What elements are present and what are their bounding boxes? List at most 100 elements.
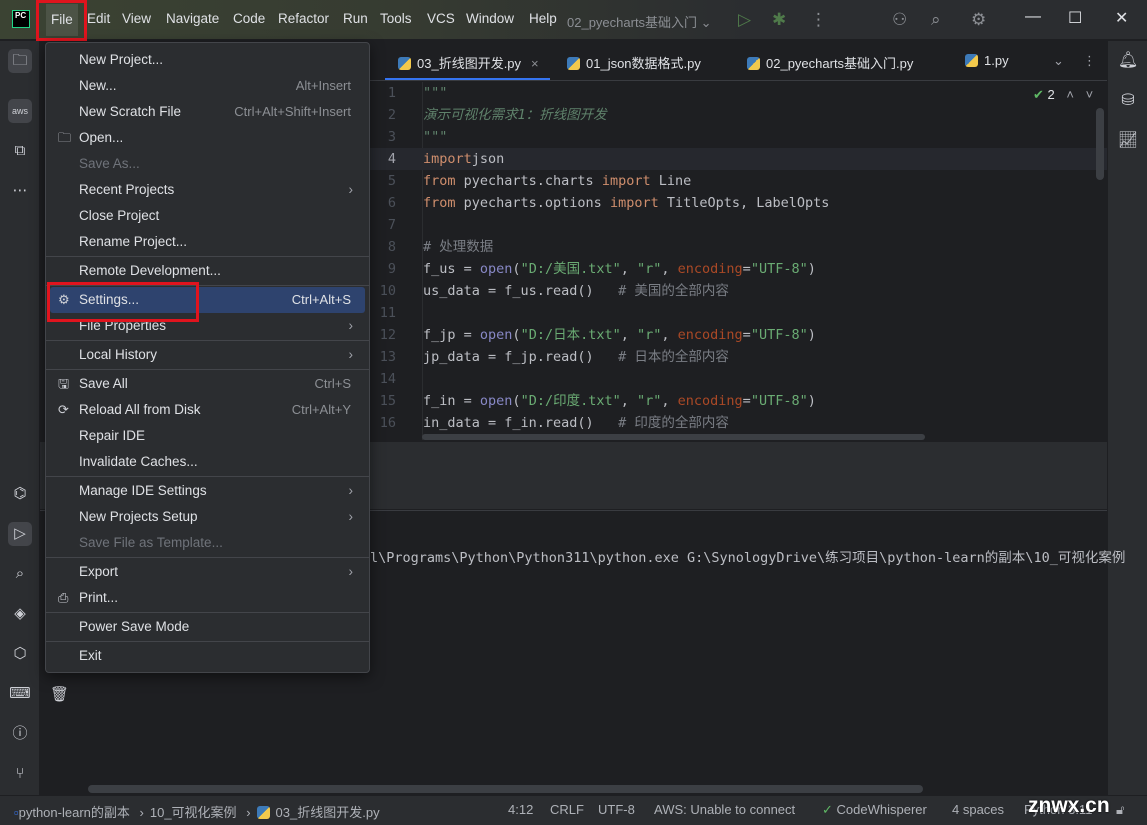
menu-item-new-projects-setup[interactable]: New Projects Setup › xyxy=(50,504,365,530)
code-token: encoding xyxy=(677,393,743,409)
menu-edit[interactable]: Edit xyxy=(87,11,110,26)
menu-item-rename-project[interactable]: Rename Project... xyxy=(50,229,365,255)
close-icon[interactable]: ✕ xyxy=(1115,8,1128,28)
menu-item-invalidate-caches[interactable]: Invalidate Caches... xyxy=(50,449,365,475)
menu-item-print[interactable]: ⎙ Print... xyxy=(50,585,365,611)
menu-item-new[interactable]: New... Alt+Insert xyxy=(50,73,365,99)
menu-item-new-scratch-file[interactable]: New Scratch File Ctrl+Alt+Shift+Insert xyxy=(50,99,365,125)
menu-item-export[interactable]: Export › xyxy=(50,559,365,585)
menu-item-close-project[interactable]: Close Project xyxy=(50,203,365,229)
breadcrumb-folder[interactable]: 10_可视化案例 xyxy=(150,805,237,820)
menu-navigate[interactable]: Navigate xyxy=(166,11,219,26)
inspection-widget[interactable]: ✔ 2 ˄ ˅ xyxy=(1033,87,1093,103)
run-panel-icon[interactable]: ▷ xyxy=(8,522,32,546)
editor-horizontal-scrollbar[interactable] xyxy=(422,434,925,440)
code-editor[interactable]: 1 """ 2 演示可视化需求1：折线图开发 3 """ 4 importjson 5 from … xyxy=(370,82,1107,440)
code-token: "D:/日本.txt" xyxy=(520,327,621,343)
code-line[interactable]: 9 f_us = open("D:/美国.txt", "r", encoding=… xyxy=(370,258,1107,280)
codewhisperer-status[interactable]: ✓ CodeWhisperer xyxy=(822,802,927,818)
code-line[interactable]: 12 f_jp = open("D:/日本.txt", "r", encoding… xyxy=(370,324,1107,346)
menu-item-local-history[interactable]: Local History › xyxy=(50,342,365,368)
indent-setting[interactable]: 4 spaces xyxy=(952,802,1004,817)
editor-vertical-scrollbar[interactable] xyxy=(1096,108,1104,180)
tab-list-icon[interactable]: ⌄ xyxy=(1053,53,1064,69)
code-line[interactable]: 7 xyxy=(370,214,1107,236)
prev-issue-icon[interactable]: ˄ xyxy=(1066,87,1074,102)
code-line[interactable]: 14 xyxy=(370,368,1107,390)
tab-01[interactable]: 01_json数据格式.py xyxy=(567,53,701,72)
more-icon[interactable]: ⋮ xyxy=(810,10,827,30)
output-horizontal-scrollbar[interactable] xyxy=(88,785,923,793)
line-number: 14 xyxy=(379,371,396,387)
database-icon[interactable]: ⛁ xyxy=(1116,89,1140,113)
code-line[interactable]: 16 in_data = f_in.read() # 印度的全部内容 xyxy=(370,412,1107,434)
menu-item-new-project[interactable]: New Project... xyxy=(50,47,365,73)
menu-run[interactable]: Run xyxy=(343,11,368,26)
add-user-icon[interactable]: ⚇ xyxy=(892,10,907,30)
menu-item-exit[interactable]: Exit xyxy=(50,643,365,669)
close-tab-icon[interactable]: × xyxy=(531,56,539,71)
trash-icon[interactable]: 🗑︎ xyxy=(50,685,69,703)
breadcrumb-file[interactable]: 03_折线图开发.py xyxy=(276,805,380,820)
terminal-icon[interactable]: ⌨ xyxy=(8,682,32,706)
menu-code[interactable]: Code xyxy=(233,11,265,26)
tab-more-icon[interactable]: ⋮ xyxy=(1083,53,1096,69)
menu-item-power-save-mode[interactable]: Power Save Mode xyxy=(50,614,365,640)
python-console-icon[interactable]: ⌬ xyxy=(8,482,32,506)
breadcrumb-project[interactable]: python-learn的副本 xyxy=(19,805,130,820)
git-icon[interactable]: ⑂ xyxy=(8,762,32,786)
code-line[interactable]: 2 演示可视化需求1：折线图开发 xyxy=(370,104,1107,126)
code-line[interactable]: 4 importjson xyxy=(370,148,1107,170)
notifications-icon[interactable]: 🔔︎ xyxy=(1116,49,1140,73)
minimize-icon[interactable]: — xyxy=(1025,8,1041,26)
code-line[interactable]: 1 """ xyxy=(370,82,1107,104)
menu-tools[interactable]: Tools xyxy=(380,11,412,26)
code-line[interactable]: 15 f_in = open("D:/印度.txt", "r", encoding… xyxy=(370,390,1107,412)
run-icon[interactable]: ▷ xyxy=(738,10,751,30)
menu-vcs[interactable]: VCS xyxy=(427,11,455,26)
services-icon[interactable]: ⬡ xyxy=(8,642,32,666)
line-separator[interactable]: CRLF xyxy=(550,802,584,817)
layers-icon[interactable]: ◈ xyxy=(8,602,32,626)
code-line[interactable]: 10 us_data = f_us.read() # 美国的全部内容 xyxy=(370,280,1107,302)
project-selector[interactable]: 02_pyecharts基础入门 ⌄ xyxy=(567,12,712,31)
menu-view[interactable]: View xyxy=(122,11,151,26)
menu-item-save-all[interactable]: 🖫 Save All Ctrl+S xyxy=(50,371,365,397)
more-tools-icon[interactable]: ⋯ xyxy=(8,179,32,203)
aws-icon[interactable]: aws xyxy=(8,99,32,123)
next-issue-icon[interactable]: ˅ xyxy=(1086,87,1094,102)
check-icon: ✔ xyxy=(1033,87,1044,102)
menu-item-repair-ide[interactable]: Repair IDE xyxy=(50,423,365,449)
maximize-icon[interactable]: ☐ xyxy=(1068,8,1082,28)
aws-status[interactable]: AWS: Unable to connect xyxy=(654,802,795,817)
structure-icon[interactable]: ⧉ xyxy=(8,139,32,163)
inspect-icon[interactable]: ⌕ xyxy=(8,562,32,586)
settings-icon[interactable]: ⚙ xyxy=(971,10,986,30)
code-line[interactable]: 11 xyxy=(370,302,1107,324)
code-line[interactable]: 13 jp_data = f_jp.read() # 日本的全部内容 xyxy=(370,346,1107,368)
menu-window[interactable]: Window xyxy=(466,11,514,26)
menu-refactor[interactable]: Refactor xyxy=(278,11,329,26)
menu-item-open[interactable]: 🗀 Open... xyxy=(50,125,365,151)
profiler-icon[interactable]: 📈︎ xyxy=(1116,129,1140,153)
folder-icon[interactable]: 🗀 xyxy=(8,49,32,73)
debug-icon[interactable]: ✱ xyxy=(772,10,786,30)
tab-03[interactable]: 03_折线图开发.py × xyxy=(398,53,539,72)
tab-02[interactable]: 02_pyecharts基础入门.py xyxy=(747,53,913,72)
code-line[interactable]: 8 # 处理数据 xyxy=(370,236,1107,258)
menu-item-remote-development[interactable]: Remote Development... xyxy=(50,258,365,284)
menu-help[interactable]: Help xyxy=(529,11,557,26)
problems-icon[interactable]: ⓘ xyxy=(8,722,32,746)
code-line[interactable]: 6 from pyecharts.options import TitleOpts… xyxy=(370,192,1107,214)
code-line[interactable]: 5 from pyecharts.charts import Line xyxy=(370,170,1107,192)
code-line[interactable]: 3 """ xyxy=(370,126,1107,148)
file-encoding[interactable]: UTF-8 xyxy=(598,802,635,817)
menu-item-recent-projects[interactable]: Recent Projects › xyxy=(50,177,365,203)
lock-icon[interactable]: 🔓︎ xyxy=(1116,802,1124,818)
tab-1[interactable]: 1.py xyxy=(965,53,1009,68)
menu-item-manage-ide-settings[interactable]: Manage IDE Settings › xyxy=(50,478,365,504)
menu-item-reload-all-from-disk[interactable]: ⟳ Reload All from Disk Ctrl+Alt+Y xyxy=(50,397,365,423)
python-file-icon xyxy=(965,54,978,67)
caret-position[interactable]: 4:12 xyxy=(508,802,533,817)
search-icon[interactable]: ⌕ xyxy=(931,10,941,30)
